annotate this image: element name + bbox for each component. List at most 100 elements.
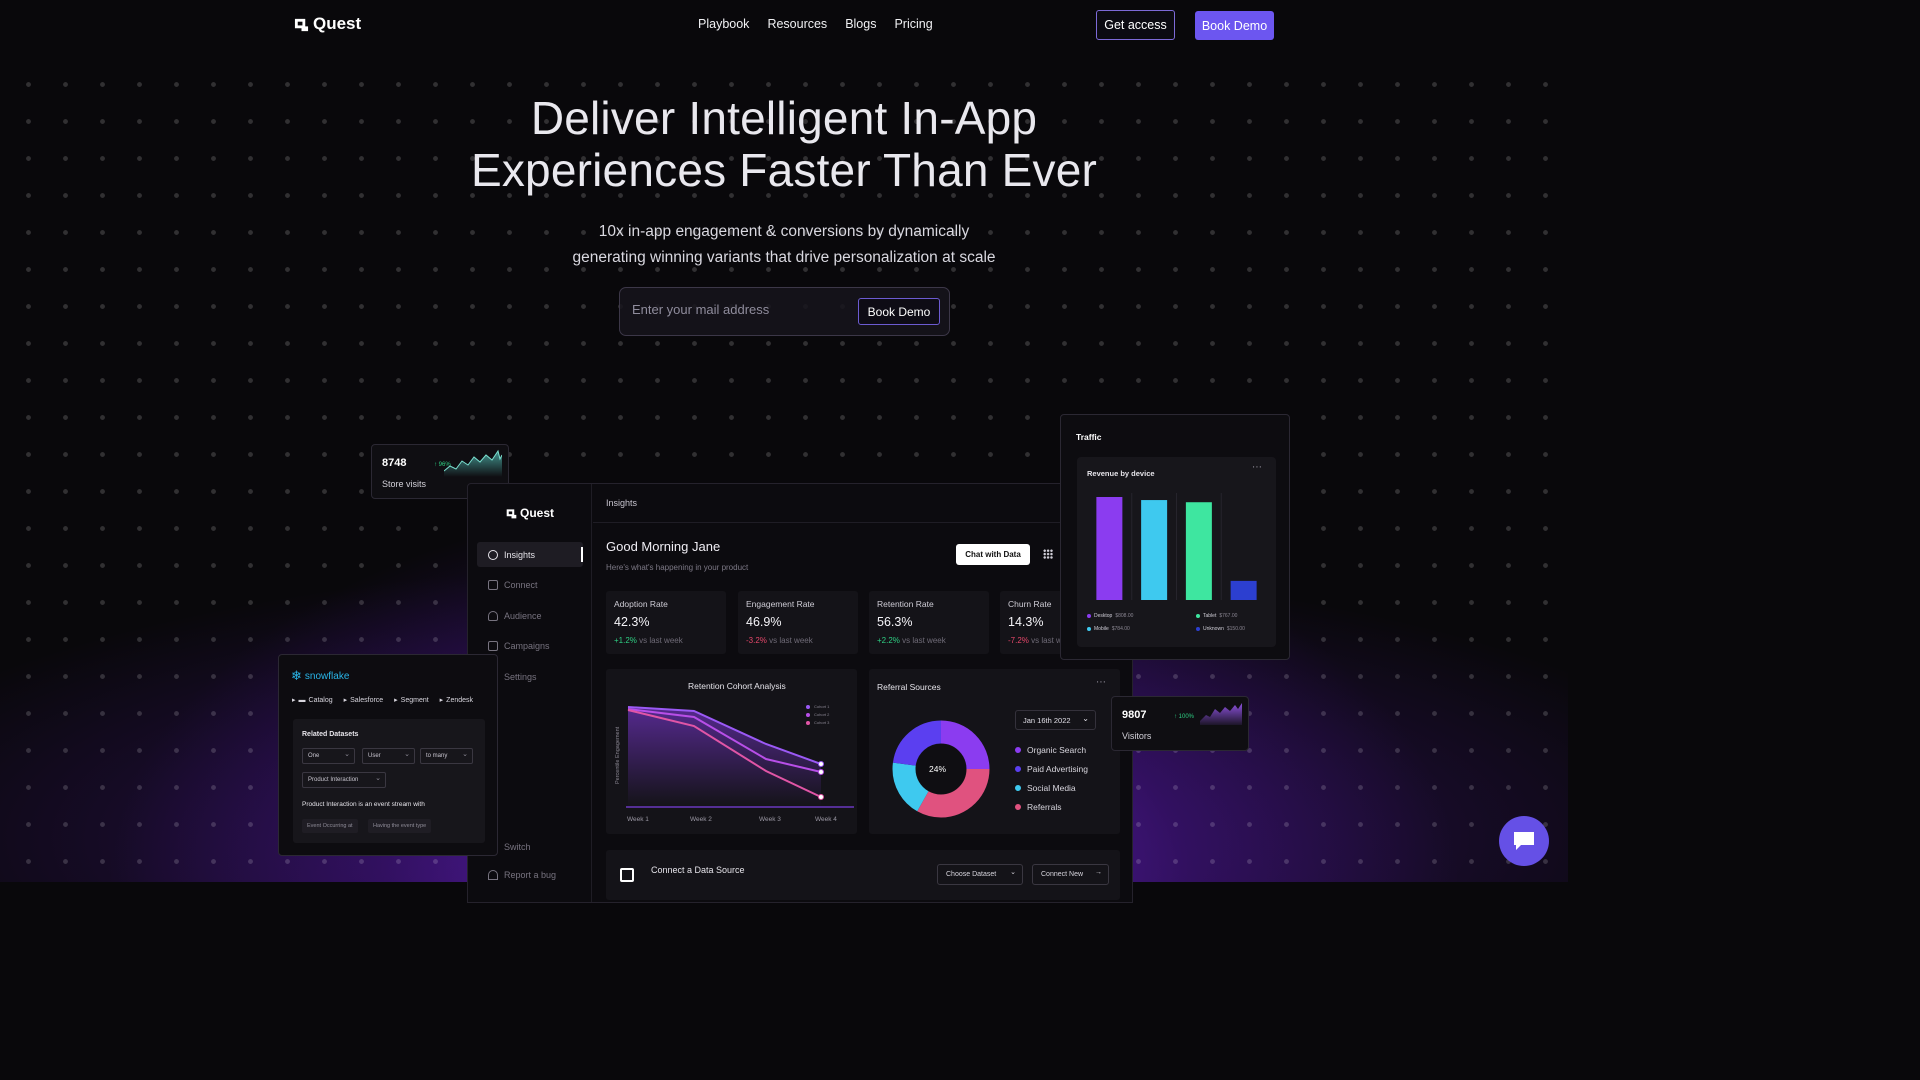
legend-dot — [1015, 804, 1021, 810]
grid-menu-icon[interactable] — [1043, 549, 1053, 559]
header-divider — [593, 522, 1132, 523]
relation-select-many[interactable]: to many — [420, 748, 473, 764]
book-demo-nav-button[interactable]: Book Demo — [1195, 11, 1274, 40]
dataset-select[interactable]: Product Interaction — [302, 772, 386, 788]
book-demo-hero-button[interactable]: Book Demo — [858, 298, 940, 325]
hero-subtitle: 10x in-app engagement & conversions by d… — [484, 219, 1084, 271]
bar-unknown — [1230, 580, 1257, 600]
sidebar-item-connect[interactable]: Connect — [477, 572, 583, 597]
retention-ylabel: Percentile Engagement — [615, 726, 621, 784]
metric-value: 46.9% — [746, 615, 782, 629]
store-visits-label: Store visits — [382, 479, 427, 489]
metric-label: Adoption Rate — [614, 599, 668, 609]
dashboard-window: Quest Insights Connect Audience Campaign… — [467, 483, 1133, 903]
nav-link-playbook[interactable]: Playbook — [698, 17, 749, 31]
legend-dot — [1015, 747, 1021, 753]
metric-delta: -3.2% vs last week — [746, 636, 813, 645]
bug-icon — [488, 869, 498, 880]
connect-data-source-card: Connect a Data Source Choose Dataset ⌄ C… — [606, 850, 1120, 900]
breadcrumb-zendesk[interactable]: ▸ Zendesk — [440, 696, 473, 705]
retention-point — [818, 794, 824, 800]
hero-subtitle-line-2: generating winning variants that drive p… — [572, 249, 996, 266]
sidebar-item-audience[interactable]: Audience — [477, 603, 583, 628]
hero-subtitle-line-1: 10x in-app engagement & conversions by d… — [598, 223, 970, 240]
pie-chart-icon — [488, 549, 498, 560]
breadcrumb-segment[interactable]: ▸ Segment — [394, 696, 429, 705]
sidebar-item-report-bug[interactable]: Report a bug — [477, 862, 583, 887]
top-nav: Quest Playbook Resources Blogs Pricing G… — [0, 0, 1568, 50]
sidebar-item-insights[interactable]: Insights — [477, 542, 583, 567]
week-label: Week 2 — [690, 816, 712, 823]
relation-select-one[interactable]: One — [302, 748, 355, 764]
retention-legend-1: Cohort 1 — [814, 704, 830, 709]
breadcrumb-salesforce[interactable]: ▸ Salesforce — [344, 696, 384, 705]
snowflake-logo: ❄ snowflake — [291, 668, 350, 683]
date-select[interactable]: Jan 16th 2022 ⌄ — [1015, 710, 1096, 730]
breadcrumb-catalog[interactable]: ▸ ▬ Catalog — [292, 696, 333, 705]
retention-point — [818, 761, 824, 767]
bar-mobile — [1141, 500, 1168, 600]
quest-logo-icon — [294, 18, 309, 31]
retention-point — [818, 769, 824, 775]
quest-logo-icon — [506, 508, 517, 518]
traffic-panel: Traffic Revenue by device ⋯ Desktop $808.… — [1060, 414, 1290, 660]
legend-dot — [806, 721, 810, 725]
dataset-note: Product Interaction is an event stream w… — [302, 801, 425, 808]
sidebar-item-label: Settings — [504, 671, 537, 682]
store-visits-sparkline — [444, 449, 502, 477]
snowflake-breadcrumb: ▸ ▬ Catalog ▸ Salesforce ▸ Segment ▸ Zen… — [292, 696, 482, 705]
nav-link-blogs[interactable]: Blogs — [845, 17, 876, 31]
dashboard-brand: Quest — [506, 506, 554, 520]
legend-dot — [806, 705, 810, 709]
referral-title: Referral Sources — [877, 682, 941, 692]
event-type-chip[interactable]: Having the event type — [368, 819, 432, 833]
legend-tablet: Tablet $767.00 — [1196, 613, 1237, 619]
email-input[interactable] — [632, 302, 832, 317]
arrow-right-icon: → — [1095, 869, 1102, 876]
revenue-card-title: Revenue by device — [1087, 469, 1155, 478]
plug-icon — [488, 579, 498, 590]
layers-icon — [488, 640, 498, 651]
event-chip[interactable]: Event Occurring at — [302, 819, 358, 833]
bar-tablet — [1185, 502, 1212, 600]
brand-logo[interactable]: Quest — [294, 14, 361, 34]
sidebar-item-label: Switch — [504, 841, 531, 852]
retention-cohort-card: Retention Cohort Analysis Percentile Eng… — [606, 669, 857, 834]
dashboard-main: Insights Good Morning Jane Here's what's… — [593, 484, 1132, 902]
nav-link-pricing[interactable]: Pricing — [894, 17, 932, 31]
more-icon[interactable]: ⋯ — [1252, 462, 1262, 473]
get-access-button[interactable]: Get access — [1096, 10, 1175, 40]
revenue-by-device-card: Revenue by device ⋯ Desktop $808.00 Table… — [1077, 457, 1276, 647]
metric-card-retention: Retention Rate 56.3% +2.2% vs last week — [869, 591, 989, 654]
week-label: Week 4 — [815, 816, 837, 823]
connect-new-button[interactable]: Connect New → — [1032, 864, 1109, 885]
brand-name: Quest — [313, 14, 362, 33]
metric-card-engagement: Engagement Rate 46.9% -3.2% vs last week — [738, 591, 858, 654]
retention-legend-2: Cohort 2 — [814, 712, 830, 717]
relation-select-user[interactable]: User — [362, 748, 415, 764]
users-icon — [488, 610, 498, 621]
choose-dataset-select[interactable]: Choose Dataset ⌄ — [937, 864, 1023, 885]
sidebar-item-label: Connect — [504, 579, 538, 590]
chevron-down-icon: ⌄ — [1010, 869, 1016, 876]
legend-mobile: Mobile $784.00 — [1087, 626, 1130, 632]
metric-label: Engagement Rate — [746, 599, 815, 609]
database-icon — [620, 868, 634, 882]
folder-icon: ▬ — [298, 696, 306, 704]
donut-center-label: 24% — [929, 764, 947, 774]
legend-dot — [806, 713, 810, 717]
metric-label: Churn Rate — [1008, 599, 1052, 609]
store-visits-value: 8748 — [382, 457, 407, 469]
chat-with-data-button[interactable]: Chat with Data — [956, 544, 1030, 565]
greeting: Good Morning Jane — [606, 539, 721, 554]
breadcrumb: Insights — [606, 498, 638, 508]
chevron-down-icon: ⌄ — [1082, 714, 1089, 723]
visitors-label: Visitors — [1122, 731, 1152, 741]
chat-widget-button[interactable] — [1499, 816, 1549, 866]
metric-value: 56.3% — [877, 615, 913, 629]
legend-paid: Paid Advertising — [1015, 764, 1088, 774]
nav-link-resources[interactable]: Resources — [767, 17, 827, 31]
more-icon[interactable]: ⋯ — [1096, 677, 1106, 688]
metric-value: 14.3% — [1008, 615, 1044, 629]
snowflake-card: ❄ snowflake ▸ ▬ Catalog ▸ Salesforce ▸ S… — [278, 654, 498, 856]
